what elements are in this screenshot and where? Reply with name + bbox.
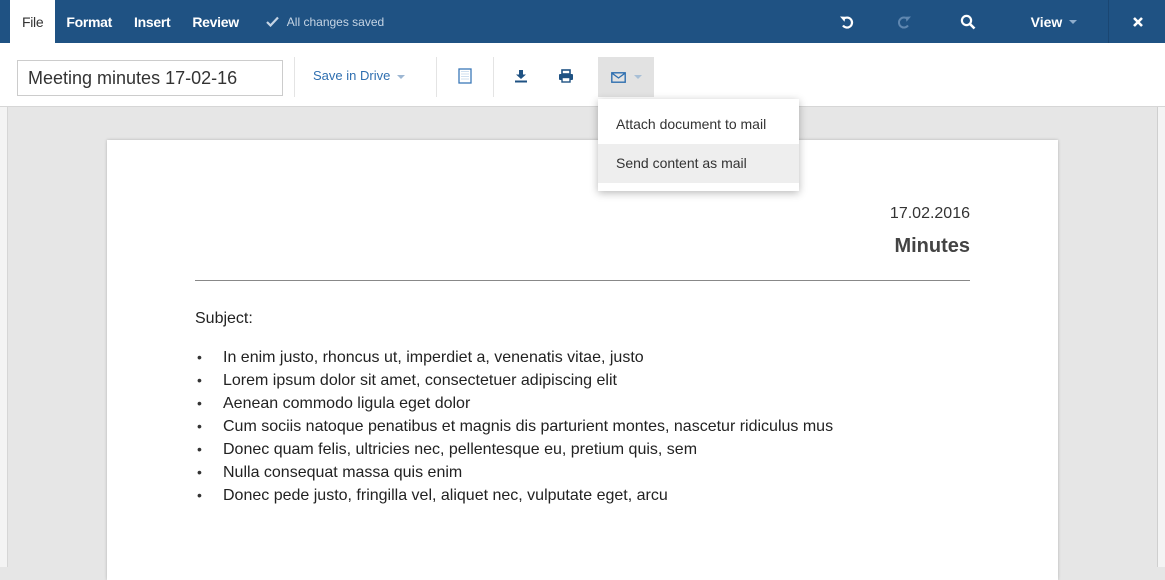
print-button[interactable] <box>553 64 579 88</box>
tab-insert[interactable]: Insert <box>123 0 181 43</box>
document-date: 17.02.2016 <box>889 205 970 222</box>
undo-icon <box>840 15 854 29</box>
download-icon <box>515 70 527 83</box>
list-item: Aenean commodo ligula eget dolor <box>195 392 833 415</box>
tab-review[interactable]: Review <box>181 0 249 43</box>
close-button[interactable] <box>1108 0 1165 43</box>
save-status-text: All changes saved <box>286 14 385 29</box>
menubar: File Format Insert Review All changes sa… <box>0 0 1165 43</box>
document-workspace: 17.02.2016 Minutes Subject: In enim just… <box>0 107 1165 580</box>
save-in-drive-button[interactable]: Save in Drive <box>313 68 406 83</box>
document-icon <box>458 68 472 84</box>
toolbar-divider <box>436 57 437 97</box>
redo-button[interactable] <box>889 0 919 43</box>
view-menu-button[interactable]: View <box>1024 0 1084 43</box>
vertical-scrollbar[interactable] <box>1157 107 1165 567</box>
search-icon <box>960 14 976 29</box>
list-item: Nulla consequat massa quis enim <box>195 461 833 484</box>
toolbar: Save in Drive <box>0 43 1165 107</box>
list-item: Donec quam felis, ultricies nec, pellent… <box>195 438 833 461</box>
subject-label: Subject: <box>195 310 253 327</box>
chevron-down-icon <box>633 75 642 79</box>
list-item: Lorem ipsum dolor sit amet, consectetuer… <box>195 369 833 392</box>
view-menu-label: View <box>1030 13 1063 30</box>
tab-file[interactable]: File <box>10 0 56 43</box>
print-icon <box>559 69 573 83</box>
undo-button[interactable] <box>832 0 862 43</box>
chevron-down-icon <box>1069 19 1078 24</box>
search-button[interactable] <box>953 0 983 43</box>
document-page[interactable]: 17.02.2016 Minutes Subject: In enim just… <box>107 140 1058 580</box>
save-in-drive-label: Save in Drive <box>313 68 391 83</box>
document-view-button[interactable] <box>452 64 478 88</box>
left-edge <box>0 107 8 567</box>
close-icon <box>1132 16 1143 27</box>
toolbar-divider <box>294 57 295 97</box>
checkmark-icon <box>266 16 279 27</box>
mail-icon <box>610 71 626 83</box>
save-status: All changes saved <box>266 15 384 29</box>
tab-format[interactable]: Format <box>55 0 123 43</box>
bullet-list: In enim justo, rhoncus ut, imperdiet a, … <box>195 346 833 507</box>
download-button[interactable] <box>508 64 534 88</box>
menu-item-send-content[interactable]: Send content as mail <box>598 144 799 183</box>
list-item: In enim justo, rhoncus ut, imperdiet a, … <box>195 346 833 369</box>
toolbar-divider <box>493 57 494 97</box>
mail-dropdown-menu: Attach document to mail Send content as … <box>598 99 799 191</box>
send-as-mail-button[interactable] <box>598 57 654 97</box>
chevron-down-icon <box>397 74 406 79</box>
menu-item-attach-document[interactable]: Attach document to mail <box>598 105 799 144</box>
redo-icon <box>897 16 911 29</box>
document-heading: Minutes <box>894 235 970 257</box>
document-name-field[interactable] <box>17 60 283 96</box>
list-item: Cum sociis natoque penatibus et magnis d… <box>195 415 833 438</box>
list-item: Donec pede justo, fringilla vel, aliquet… <box>195 484 833 507</box>
horizontal-rule <box>195 280 970 281</box>
